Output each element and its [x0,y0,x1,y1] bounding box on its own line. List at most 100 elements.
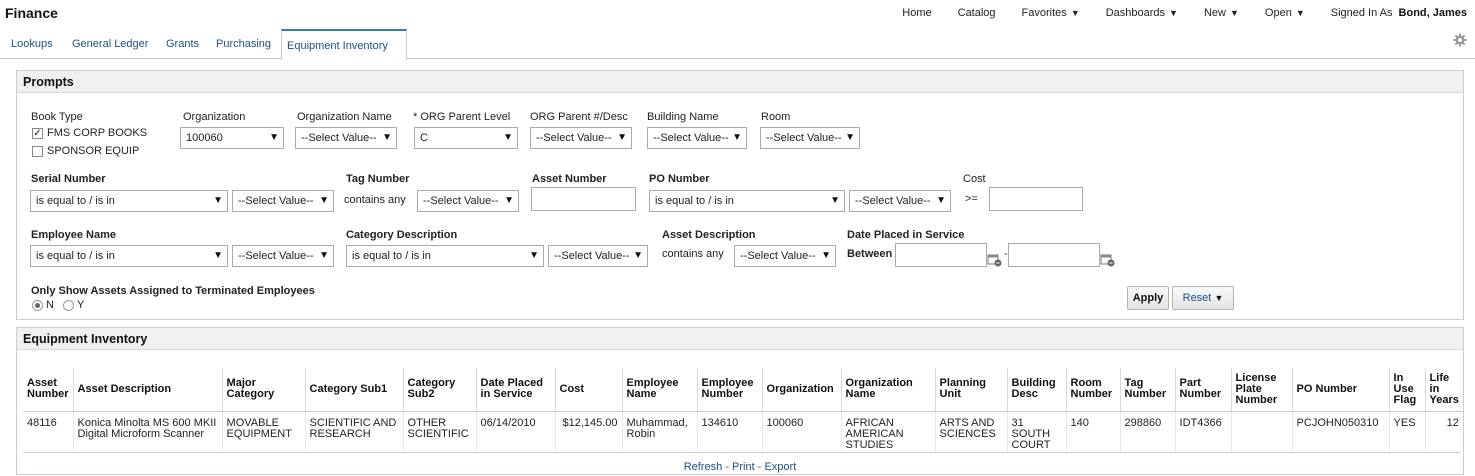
asset-description-value: --Select Value-- [740,250,816,262]
col-building-desc[interactable]: Building Desc [1007,368,1067,411]
organization-value: 100060 [186,132,223,144]
col-license-plate-number[interactable]: License Plate Number [1231,368,1293,411]
col-organization-name[interactable]: Organization Name [841,368,936,411]
col-tag-number[interactable]: Tag Number [1120,368,1176,411]
category-description-operator[interactable]: is equal to / is in ▼ [346,245,544,267]
nav-catalog-label: Catalog [957,7,996,19]
chevron-down-icon: ▼ [1070,8,1080,18]
checkbox-fms-corp-books[interactable]: ✓ [32,128,43,139]
cell-category-sub1: SCIENTIFIC AND RESEARCH [305,411,404,453]
col-po-number[interactable]: PO Number [1292,368,1390,411]
cost-label: Cost [963,173,986,185]
nav-dashboards-label: Dashboards [1105,7,1166,19]
chevron-down-icon: ▼ [213,250,223,261]
col-employee-name[interactable]: Employee Name [622,368,698,411]
po-number-label: PO Number [649,173,710,185]
employee-name-select[interactable]: --Select Value-- ▼ [232,245,334,267]
nav-new[interactable]: New ▼ [1204,7,1239,19]
tag-number-value: --Select Value-- [423,195,499,207]
cell-life-in-years: 12 [1446,416,1459,429]
nav-home[interactable]: Home [902,7,931,19]
chevron-down-icon: ▼ [1214,293,1224,303]
room-label: Room [761,111,791,123]
user-name[interactable]: Bond, James [1399,7,1467,19]
col-part-number[interactable]: Part Number [1175,368,1232,411]
col-planning-unit[interactable]: Planning Unit [935,368,1008,411]
serial-number-value: --Select Value-- [238,195,314,207]
org-parent-level-select[interactable]: C ▼ [414,127,518,149]
gear-icon[interactable] [1453,33,1467,47]
chevron-down-icon: ▼ [503,132,513,143]
col-employee-number[interactable]: Employee Number [697,368,763,411]
building-name-select[interactable]: --Select Value-- ▼ [647,127,747,149]
chevron-down-icon: ▼ [821,250,831,261]
organization-name-value: --Select Value-- [301,132,377,144]
employee-name-label: Employee Name [31,229,116,241]
calendar-icon[interactable] [987,253,1002,267]
tab-equipment-inventory[interactable]: Equipment Inventory [281,29,407,60]
chevron-down-icon: ▼ [269,132,279,143]
employee-name-operator[interactable]: is equal to / is in ▼ [30,245,228,267]
print-link[interactable]: Print [732,461,755,473]
chevron-down-icon: ▼ [319,195,329,206]
employee-name-value: --Select Value-- [238,250,314,262]
col-category-sub2[interactable]: Category Sub2 [403,368,477,411]
date-placed-from-input[interactable] [895,243,987,267]
radio-terminated-n[interactable] [32,300,43,311]
category-description-select[interactable]: --Select Value-- ▼ [548,245,648,267]
building-name-label: Building Name [647,111,719,123]
cell-in-use-flag: YES [1389,411,1426,453]
nav-dashboards[interactable]: Dashboards ▼ [1106,7,1178,19]
col-asset-number[interactable]: Asset Number [23,368,74,411]
col-cost[interactable]: Cost [555,368,623,411]
employee-name-operator-value: is equal to / is in [36,250,115,262]
tag-number-select[interactable]: --Select Value-- ▼ [417,190,519,212]
link-separator: - [754,461,765,473]
chevron-down-icon: ▼ [529,250,539,261]
nav-favorites[interactable]: Favorites ▼ [1022,7,1080,19]
cell-planning-unit: ARTS AND SCIENCES [935,411,1008,453]
checkbox-sponsor-equip[interactable] [32,146,43,157]
reset-button[interactable]: Reset ▼ [1172,286,1234,310]
col-date-placed[interactable]: Date Placed in Service [476,368,556,411]
calendar-icon[interactable] [1100,253,1115,267]
signed-in-label: Signed In As [1330,7,1393,19]
col-room-number[interactable]: Room Number [1066,368,1121,411]
org-parent-desc-select[interactable]: --Select Value-- ▼ [530,127,632,149]
cell-asset-number: 48116 [23,411,74,453]
nav-open[interactable]: Open ▼ [1265,7,1305,19]
tab-lookups[interactable]: Lookups [11,29,53,59]
org-parent-level-label: * ORG Parent Level [413,111,511,123]
organization-name-select[interactable]: --Select Value-- ▼ [295,127,397,149]
serial-number-select[interactable]: --Select Value-- ▼ [232,190,334,212]
po-number-operator[interactable]: is equal to / is in ▼ [649,190,845,212]
book-type-label: Book Type [31,111,83,123]
col-life-in-years[interactable]: Life in Years [1425,368,1463,411]
apply-button[interactable]: Apply [1127,286,1169,310]
organization-select[interactable]: 100060 ▼ [180,127,284,149]
nav-favorites-label: Favorites [1021,7,1067,19]
col-category-sub1[interactable]: Category Sub1 [305,368,404,411]
col-organization[interactable]: Organization [762,368,842,411]
tab-general-ledger[interactable]: General Ledger [72,29,148,59]
room-select[interactable]: --Select Value-- ▼ [760,127,860,149]
cell-room-number: 140 [1066,411,1121,453]
export-link[interactable]: Export [764,461,796,473]
serial-number-operator[interactable]: is equal to / is in ▼ [30,190,228,212]
po-number-select[interactable]: --Select Value-- ▼ [849,190,951,212]
tag-number-operator: contains any [344,194,406,206]
asset-number-input[interactable] [531,187,636,211]
col-major-category[interactable]: Major Category [222,368,306,411]
tab-grants[interactable]: Grants [166,29,199,59]
radio-terminated-y[interactable] [63,300,74,311]
cost-input[interactable] [989,187,1083,211]
date-placed-to-input[interactable] [1008,243,1100,267]
col-asset-description[interactable]: Asset Description [73,368,223,411]
col-in-use-flag[interactable]: In Use Flag [1389,368,1426,411]
chevron-down-icon: ▼ [617,132,627,143]
category-description-label: Category Description [346,229,458,241]
refresh-link[interactable]: Refresh [684,461,723,473]
nav-catalog[interactable]: Catalog [958,7,996,19]
tab-purchasing[interactable]: Purchasing [216,29,271,59]
asset-description-select[interactable]: --Select Value-- ▼ [734,245,836,267]
